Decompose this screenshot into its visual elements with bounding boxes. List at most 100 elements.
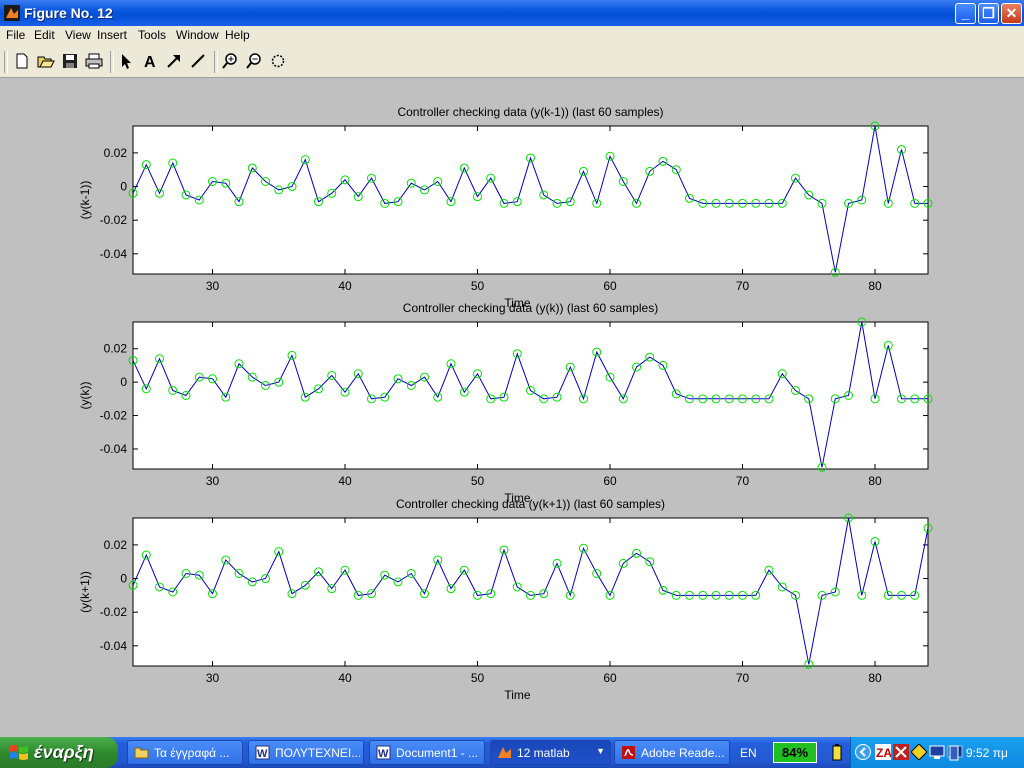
- new-file-icon[interactable]: [12, 51, 32, 71]
- x-tick-label: 80: [868, 279, 882, 293]
- zonealarm-icon[interactable]: ZA: [875, 744, 891, 760]
- x-tick-label: 70: [736, 671, 750, 685]
- figure-toolbar: A: [0, 45, 1024, 78]
- usb-drive-icon[interactable]: [948, 744, 960, 761]
- windows-logo-icon: [10, 745, 28, 760]
- close-icon: ✕: [1005, 5, 1018, 21]
- menu-bar: File Edit View Insert Tools Window Help: [0, 26, 1024, 45]
- y-tick-label: 0.02: [104, 342, 128, 356]
- task-label: ΠΟΛΥΤΕΧΝΕΙ...: [275, 746, 362, 760]
- x-tick-label: 50: [471, 279, 485, 293]
- svg-text:ZA: ZA: [876, 746, 891, 760]
- x-tick-label: 30: [206, 474, 220, 488]
- y-tick-label: -0.02: [100, 605, 128, 619]
- menu-insert[interactable]: Insert: [97, 28, 127, 42]
- clock: 9:52 πμ: [966, 746, 1008, 760]
- antivirus-icon[interactable]: [893, 744, 909, 760]
- task-label: 12 matlab: [517, 746, 570, 760]
- x-tick-label: 80: [868, 474, 882, 488]
- x-tick-label: 70: [736, 279, 750, 293]
- y-tick-label: -0.04: [100, 639, 128, 653]
- task-label: Document1 - ...: [396, 746, 479, 760]
- menu-file[interactable]: File: [6, 28, 25, 42]
- x-tick-label: 80: [868, 671, 882, 685]
- svg-text:A: A: [144, 54, 156, 71]
- y-tick-label: 0.02: [104, 146, 128, 160]
- print-icon[interactable]: [84, 51, 104, 71]
- adobe-reader-icon: [622, 746, 635, 759]
- y-tick-label: -0.04: [100, 247, 128, 261]
- y-axis-label: (y(k)): [78, 382, 92, 410]
- plot-area[interactable]: [132, 517, 929, 667]
- chevron-left-icon[interactable]: [855, 744, 871, 760]
- chevron-down-icon: ▼: [596, 746, 605, 756]
- x-tick-label: 50: [471, 474, 485, 488]
- language-indicator[interactable]: EN: [740, 746, 757, 760]
- menu-help[interactable]: Help: [225, 28, 250, 42]
- battery-icon[interactable]: [830, 744, 844, 761]
- x-tick-label: 60: [603, 671, 617, 685]
- y-tick-label: -0.04: [100, 442, 128, 456]
- minimize-button[interactable]: _: [955, 3, 976, 24]
- y-tick-label: 0: [120, 180, 127, 194]
- y-tick-label: 0: [120, 572, 127, 586]
- text-icon[interactable]: A: [140, 51, 160, 71]
- display-icon[interactable]: [929, 744, 945, 760]
- start-button[interactable]: έναρξη: [0, 737, 118, 768]
- svg-text:W: W: [378, 748, 389, 760]
- task-label: Τα έγγραφά ...: [154, 746, 230, 760]
- x-tick-label: 30: [206, 279, 220, 293]
- window-title: Figure No. 12: [24, 5, 113, 21]
- subplot-title: Controller checking data (y(k+1)) (last …: [396, 497, 665, 511]
- x-axis-label: Time: [504, 688, 531, 702]
- rotate-icon[interactable]: [268, 51, 288, 71]
- task-word-polytechneio[interactable]: W ΠΟΛΥΤΕΧΝΕΙ...: [248, 740, 364, 765]
- subplot-title: Controller checking data (y(k-1)) (last …: [397, 105, 663, 119]
- menu-edit[interactable]: Edit: [34, 28, 55, 42]
- task-word-document1[interactable]: W Document1 - ...: [369, 740, 485, 765]
- maximize-button[interactable]: ❐: [978, 3, 999, 24]
- plot-area[interactable]: [132, 125, 929, 275]
- arrow-icon[interactable]: [164, 51, 184, 71]
- y-tick-label: -0.02: [100, 213, 128, 227]
- task-my-documents[interactable]: Τα έγγραφά ...: [127, 740, 243, 765]
- svg-text:W: W: [257, 748, 268, 760]
- task-matlab[interactable]: 12 matlab ▼: [490, 740, 611, 765]
- save-icon[interactable]: [60, 51, 80, 71]
- toolbar-separator: [110, 51, 114, 73]
- figure-canvas: Controller checking data (y(k-1)) (last …: [0, 78, 1024, 737]
- word-icon: W: [255, 745, 270, 760]
- toolbar-grip: [4, 51, 8, 73]
- network-diamond-icon[interactable]: [911, 744, 927, 760]
- close-button[interactable]: ✕: [1001, 3, 1022, 24]
- zoom-in-icon[interactable]: [220, 51, 240, 71]
- line-icon[interactable]: [188, 51, 208, 71]
- task-adobe-reader[interactable]: Adobe Reade...: [614, 740, 730, 765]
- menu-view[interactable]: View: [65, 28, 91, 42]
- battery-indicator[interactable]: 84%: [773, 742, 817, 763]
- y-tick-label: 0: [120, 375, 127, 389]
- word-icon: W: [376, 745, 391, 760]
- x-tick-label: 30: [206, 671, 220, 685]
- x-tick-label: 50: [471, 671, 485, 685]
- zoom-out-icon[interactable]: [244, 51, 264, 71]
- x-tick-label: 70: [736, 474, 750, 488]
- title-bar[interactable]: Figure No. 12 _ ❐ ✕: [0, 0, 1024, 26]
- x-tick-label: 60: [603, 474, 617, 488]
- open-folder-icon[interactable]: [36, 51, 56, 71]
- matlab-icon: [4, 5, 20, 21]
- toolbar-separator: [214, 51, 218, 73]
- menu-window[interactable]: Window: [176, 28, 219, 42]
- taskbar: έναρξη Τα έγγραφά ... W ΠΟΛΥΤΕΧΝΕΙ... W …: [0, 737, 1024, 768]
- y-tick-label: -0.02: [100, 409, 128, 423]
- plot-area[interactable]: [132, 321, 929, 470]
- y-axis-label: (y(k+1)): [78, 571, 92, 613]
- subplot-title: Controller checking data (y(k)) (last 60…: [403, 301, 658, 315]
- y-tick-label: 0.02: [104, 538, 128, 552]
- restore-icon: ❐: [982, 5, 995, 21]
- matlab-icon: [498, 747, 511, 758]
- menu-tools[interactable]: Tools: [138, 28, 166, 42]
- subplot-2: Controller checking data (y(k)) (last 60…: [78, 301, 933, 505]
- x-tick-label: 40: [338, 671, 352, 685]
- arrow-pointer-icon[interactable]: [116, 51, 136, 71]
